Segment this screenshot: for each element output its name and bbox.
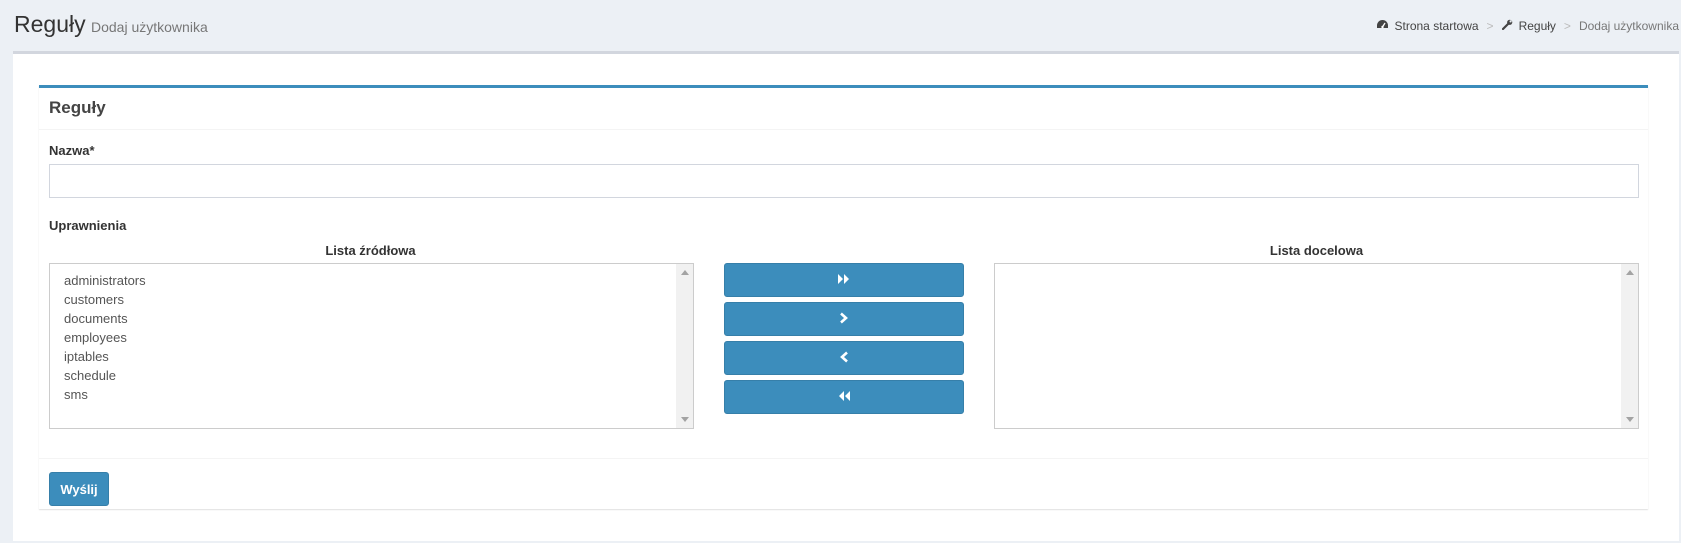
move-right-button[interactable] xyxy=(724,302,964,336)
content-header: Reguły Dodaj użytkownika Strona startowa… xyxy=(0,0,1681,52)
breadcrumb-current: Dodaj użytkownika xyxy=(1578,19,1679,33)
move-all-left-button[interactable] xyxy=(724,380,964,414)
wrench-icon xyxy=(1501,19,1519,33)
chevron-left-icon xyxy=(839,350,849,366)
name-input[interactable] xyxy=(49,164,1639,198)
target-list-title: Lista docelowa xyxy=(1269,243,1364,258)
breadcrumb-home[interactable]: Strona startowa xyxy=(1376,19,1479,33)
dashboard-icon xyxy=(1376,19,1395,33)
scroll-down-arrow-icon[interactable] xyxy=(1621,411,1638,428)
list-item[interactable]: iptables xyxy=(64,347,693,366)
box-header: Reguły xyxy=(39,88,1648,130)
move-all-right-button[interactable] xyxy=(724,263,964,297)
target-list[interactable] xyxy=(994,263,1639,429)
list-item[interactable]: documents xyxy=(64,309,693,328)
scroll-up-arrow-icon[interactable] xyxy=(676,264,693,281)
scroll-up-arrow-icon[interactable] xyxy=(1621,264,1638,281)
list-item[interactable]: sms xyxy=(64,385,693,404)
page-title: Reguły xyxy=(14,11,86,37)
list-item[interactable]: schedule xyxy=(64,366,693,385)
breadcrumb-home-label: Strona startowa xyxy=(1394,19,1479,33)
scroll-down-arrow-icon[interactable] xyxy=(676,411,693,428)
source-list-items: administrators customers documents employee… xyxy=(50,264,693,404)
rules-box: Reguły Nazwa* Uprawnienia Lista źródłowa… xyxy=(39,85,1648,509)
page-subtitle: Dodaj użytkownika xyxy=(91,19,208,35)
breadcrumb: Strona startowa > Reguły > Dodaj użytkow… xyxy=(1376,19,1679,33)
breadcrumb-separator: > xyxy=(1486,19,1494,33)
double-chevron-right-icon xyxy=(837,272,851,288)
move-left-button[interactable] xyxy=(724,341,964,375)
breadcrumb-rules[interactable]: Reguły xyxy=(1501,19,1556,33)
source-list-title: Lista źródłowa xyxy=(325,243,416,258)
box-title: Reguły xyxy=(49,98,106,117)
list-item[interactable]: employees xyxy=(64,328,693,347)
breadcrumb-separator: > xyxy=(1563,19,1571,33)
list-item[interactable]: customers xyxy=(64,290,693,309)
chevron-right-icon xyxy=(839,311,849,327)
name-label: Nazwa* xyxy=(49,143,95,158)
target-list-scrollbar[interactable] xyxy=(1621,264,1638,428)
source-list-scrollbar[interactable] xyxy=(676,264,693,428)
target-list-items xyxy=(995,264,1638,271)
submit-button[interactable]: Wyślij xyxy=(49,472,109,506)
box-footer-divider xyxy=(39,458,1648,459)
source-list[interactable]: administrators customers documents employee… xyxy=(49,263,694,429)
double-chevron-left-icon xyxy=(837,389,851,405)
permissions-label: Uprawnienia xyxy=(49,218,127,233)
breadcrumb-rules-label: Reguły xyxy=(1518,19,1556,33)
list-item[interactable]: administrators xyxy=(64,271,693,290)
